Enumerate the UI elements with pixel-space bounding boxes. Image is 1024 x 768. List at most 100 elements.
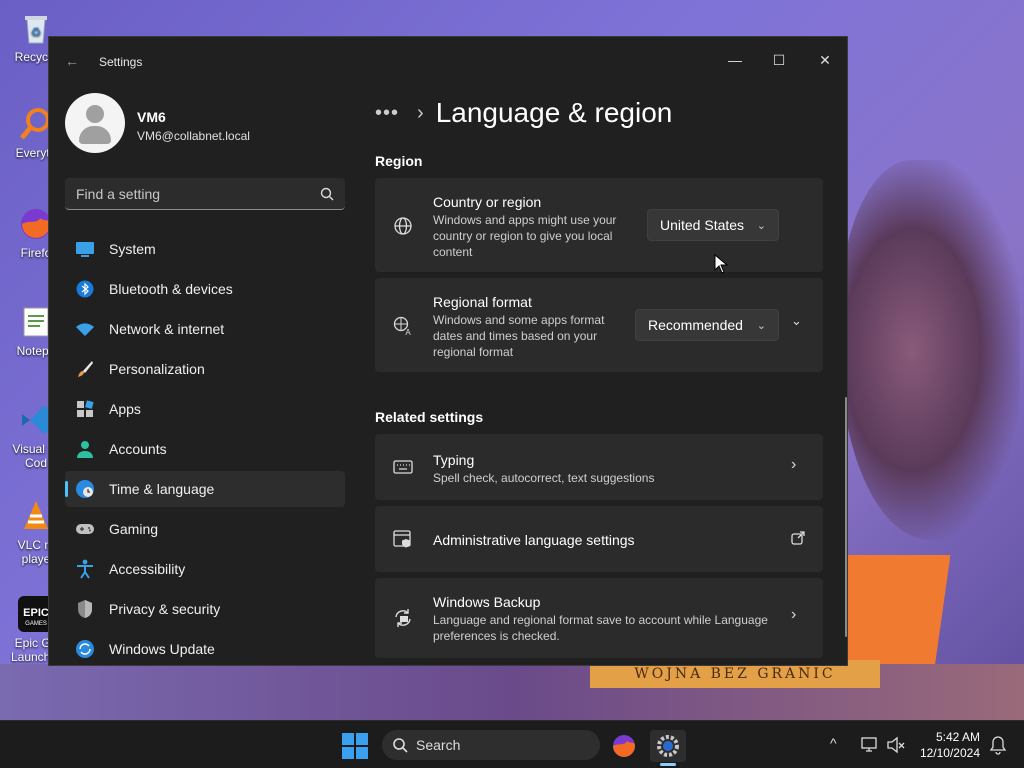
page-title: Language & region	[435, 97, 673, 128]
user-email: VM6@collabnet.local	[137, 129, 250, 143]
sidebar-item-label: Windows Update	[109, 641, 215, 657]
windows-logo-icon	[342, 733, 354, 745]
svg-text:♻: ♻	[31, 25, 42, 39]
firefox-icon	[613, 735, 635, 757]
sidebar-item-label: Bluetooth & devices	[109, 281, 233, 297]
card-title: Country or region	[433, 194, 542, 210]
card-description: Windows and some apps format dates and t…	[433, 313, 605, 359]
back-arrow-icon[interactable]: ←	[65, 53, 79, 69]
content-scrollbar[interactable]	[845, 397, 847, 637]
sidebar-item-label: System	[109, 241, 156, 257]
network-display-icon[interactable]	[860, 735, 880, 755]
sidebar-item-network[interactable]: Network & internet	[65, 311, 345, 347]
sidebar-item-gaming[interactable]: Gaming	[65, 511, 345, 547]
card-description: Language and regional format save to acc…	[433, 613, 768, 643]
mouse-cursor-icon	[714, 254, 728, 274]
svg-text:GAMES: GAMES	[25, 621, 47, 627]
chevron-right-icon: ›	[791, 456, 797, 473]
sidebar-item-windows-update[interactable]: Windows Update	[65, 631, 345, 665]
expand-chevron-icon[interactable]: ⌄	[791, 313, 802, 329]
avatar	[65, 93, 125, 153]
sidebar-item-label: Time & language	[109, 481, 215, 497]
card-title: Windows Backup	[433, 594, 541, 610]
search-icon[interactable]	[319, 186, 335, 202]
sidebar-item-bluetooth[interactable]: Bluetooth & devices	[65, 271, 345, 307]
sidebar-item-label: Network & internet	[109, 321, 225, 337]
gear-icon	[657, 735, 679, 757]
taskbar-settings[interactable]	[650, 730, 686, 762]
sidebar-item-label: Personalization	[109, 361, 205, 377]
apps-icon	[75, 399, 95, 419]
system-clock[interactable]: 5:42 AM 12/10/2024	[918, 729, 980, 761]
backup-sync-icon	[395, 609, 411, 627]
card-title: Typing	[433, 452, 475, 468]
start-button[interactable]	[342, 733, 368, 759]
sidebar-item-accessibility[interactable]: Accessibility	[65, 551, 345, 587]
accounts-icon	[75, 439, 95, 459]
notification-bell-icon[interactable]	[988, 735, 1008, 755]
section-region: Region	[375, 153, 423, 169]
taskbar-search[interactable]: Search	[382, 730, 600, 760]
sidebar-item-system[interactable]: System	[65, 231, 345, 267]
sidebar-item-label: Accounts	[109, 441, 167, 457]
card-title: Administrative language settings	[433, 532, 635, 548]
dropdown-value: Recommended	[648, 317, 743, 333]
user-profile[interactable]: VM6 VM6@collabnet.local	[65, 93, 355, 155]
sidebar-item-privacy[interactable]: Privacy & security	[65, 591, 345, 627]
sidebar-item-personalization[interactable]: Personalization	[65, 351, 345, 387]
sidebar-nav: System Bluetooth & devices Network & int…	[65, 231, 345, 665]
tray-overflow-chevron-icon[interactable]: ^	[830, 735, 837, 751]
globe-icon	[394, 217, 412, 235]
brush-icon	[75, 359, 95, 379]
external-link-icon	[791, 531, 805, 545]
sidebar-item-time-language[interactable]: Time & language	[65, 471, 345, 507]
active-app-indicator	[660, 763, 676, 766]
volume-muted-icon[interactable]	[886, 735, 906, 755]
language-format-icon: A	[393, 316, 411, 336]
update-icon	[75, 639, 95, 659]
keyboard-icon	[393, 460, 413, 474]
content-pane: ••• › Language & region Region Country o…	[375, 37, 847, 665]
breadcrumb: ••• › Language & region	[375, 93, 672, 133]
window-title: Settings	[99, 55, 143, 69]
dropdown-value: United States	[660, 217, 745, 233]
chevron-down-icon: ⌄	[756, 219, 766, 232]
find-setting-search[interactable]	[65, 178, 345, 210]
sidebar-item-accounts[interactable]: Accounts	[65, 431, 345, 467]
country-region-card[interactable]: Country or region Windows and apps might…	[375, 178, 823, 272]
section-related-settings: Related settings	[375, 409, 484, 425]
chevron-down-icon: ⌄	[756, 319, 766, 332]
breadcrumb-overflow[interactable]: •••	[375, 102, 399, 125]
clock-time: 5:42 AM	[935, 730, 980, 744]
chevron-right-icon: ›	[791, 606, 797, 623]
sidebar-item-apps[interactable]: Apps	[65, 391, 345, 427]
settings-window: ← Settings — ☐ ✕ VM6 VM6@collabnet.local…	[48, 36, 848, 666]
windows-backup-card[interactable]: Windows Backup Language and regional for…	[375, 578, 823, 658]
shield-icon	[75, 599, 95, 619]
country-dropdown[interactable]: United States ⌄	[647, 209, 779, 241]
sidebar-item-label: Accessibility	[109, 561, 186, 577]
sidebar-item-label: Gaming	[109, 521, 159, 537]
chevron-right-icon: ›	[417, 101, 424, 124]
taskbar: Search ^ 5:42 AM 12/10/2024	[0, 720, 1024, 768]
card-description: Windows and apps might use your country …	[433, 213, 617, 259]
user-name: VM6	[137, 109, 166, 125]
bluetooth-icon	[75, 279, 95, 299]
taskbar-search-label: Search	[416, 737, 461, 753]
taskbar-firefox[interactable]	[606, 730, 642, 762]
wallpaper-character	[840, 160, 1020, 540]
admin-language-card[interactable]: Administrative language settings	[375, 506, 823, 572]
typing-card[interactable]: Typing Spell check, autocorrect, text su…	[375, 434, 823, 500]
sidebar-item-label: Privacy & security	[109, 601, 221, 617]
search-icon	[393, 738, 408, 753]
admin-shield-window-icon	[393, 530, 411, 548]
desktop-icon-label: Firefo	[20, 246, 52, 260]
regional-format-card[interactable]: A Regional format Windows and some apps …	[375, 278, 823, 372]
svg-text:A: A	[405, 328, 411, 336]
globe-clock-icon	[75, 479, 95, 499]
wifi-icon	[75, 319, 95, 339]
clock-date: 12/10/2024	[919, 746, 980, 760]
regional-format-dropdown[interactable]: Recommended ⌄	[635, 309, 779, 341]
search-input[interactable]	[65, 178, 315, 209]
card-description: Spell check, autocorrect, text suggestio…	[433, 471, 655, 485]
